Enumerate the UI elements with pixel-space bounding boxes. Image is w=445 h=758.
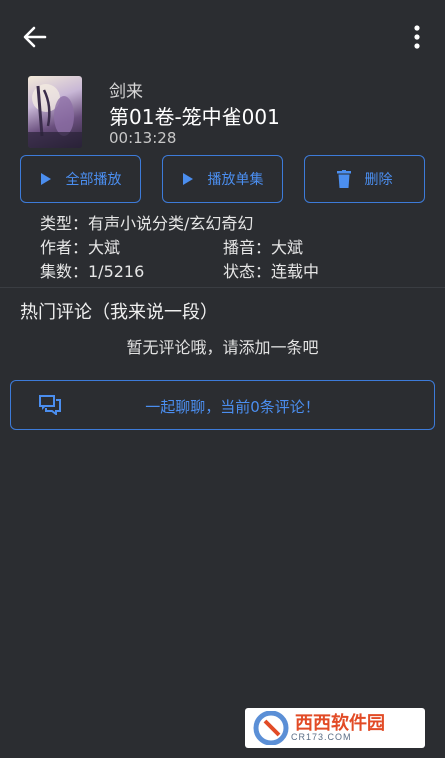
play-single-button[interactable]: 播放单集: [162, 155, 283, 203]
arrow-left-icon: [23, 26, 47, 48]
book-cover-image[interactable]: [28, 76, 82, 148]
info-episodes: 集数：1/5216: [40, 262, 145, 281]
hot-comments-title: 热门评论（我来说一段）: [20, 302, 218, 323]
site-logo-icon: [253, 711, 289, 745]
watermark-badge: 西西软件园 CR173.COM: [245, 708, 425, 748]
info-author: 作者：大斌: [40, 238, 121, 257]
watermark-brand: 西西软件园: [295, 713, 385, 733]
watermark-site: CR173.COM: [291, 732, 352, 742]
empty-comments-text: 暂无评论哦，请添加一条吧: [126, 338, 319, 357]
back-button[interactable]: [20, 22, 50, 52]
play-all-button[interactable]: 全部播放: [20, 155, 141, 203]
chat-comment-button[interactable]: 一起聊聊，当前0条评论！: [10, 380, 435, 430]
play-all-label: 全部播放: [65, 172, 122, 188]
chapter-duration: 00:13:28: [109, 129, 177, 147]
cover-art: [28, 84, 82, 148]
top-toolbar: [0, 0, 445, 72]
chapter-title: 第01卷-笼中雀001: [109, 105, 280, 129]
chat-comment-label: 一起聊聊，当前0条评论！: [145, 398, 320, 416]
play-single-label: 播放单集: [207, 172, 264, 188]
more-options-button[interactable]: [409, 24, 425, 50]
section-divider: [0, 287, 445, 288]
info-narrator: 播音：大斌: [223, 238, 304, 257]
more-vertical-icon: [414, 25, 420, 49]
delete-label: 删除: [364, 172, 393, 188]
play-icon: [40, 173, 51, 185]
trash-icon: [336, 170, 351, 188]
play-icon: [182, 173, 193, 185]
info-status: 状态：连载中: [223, 262, 320, 281]
info-type: 类型：有声小说分类/玄幻奇幻: [40, 214, 254, 233]
book-name: 剑来: [109, 82, 143, 102]
delete-button[interactable]: 删除: [304, 155, 425, 203]
